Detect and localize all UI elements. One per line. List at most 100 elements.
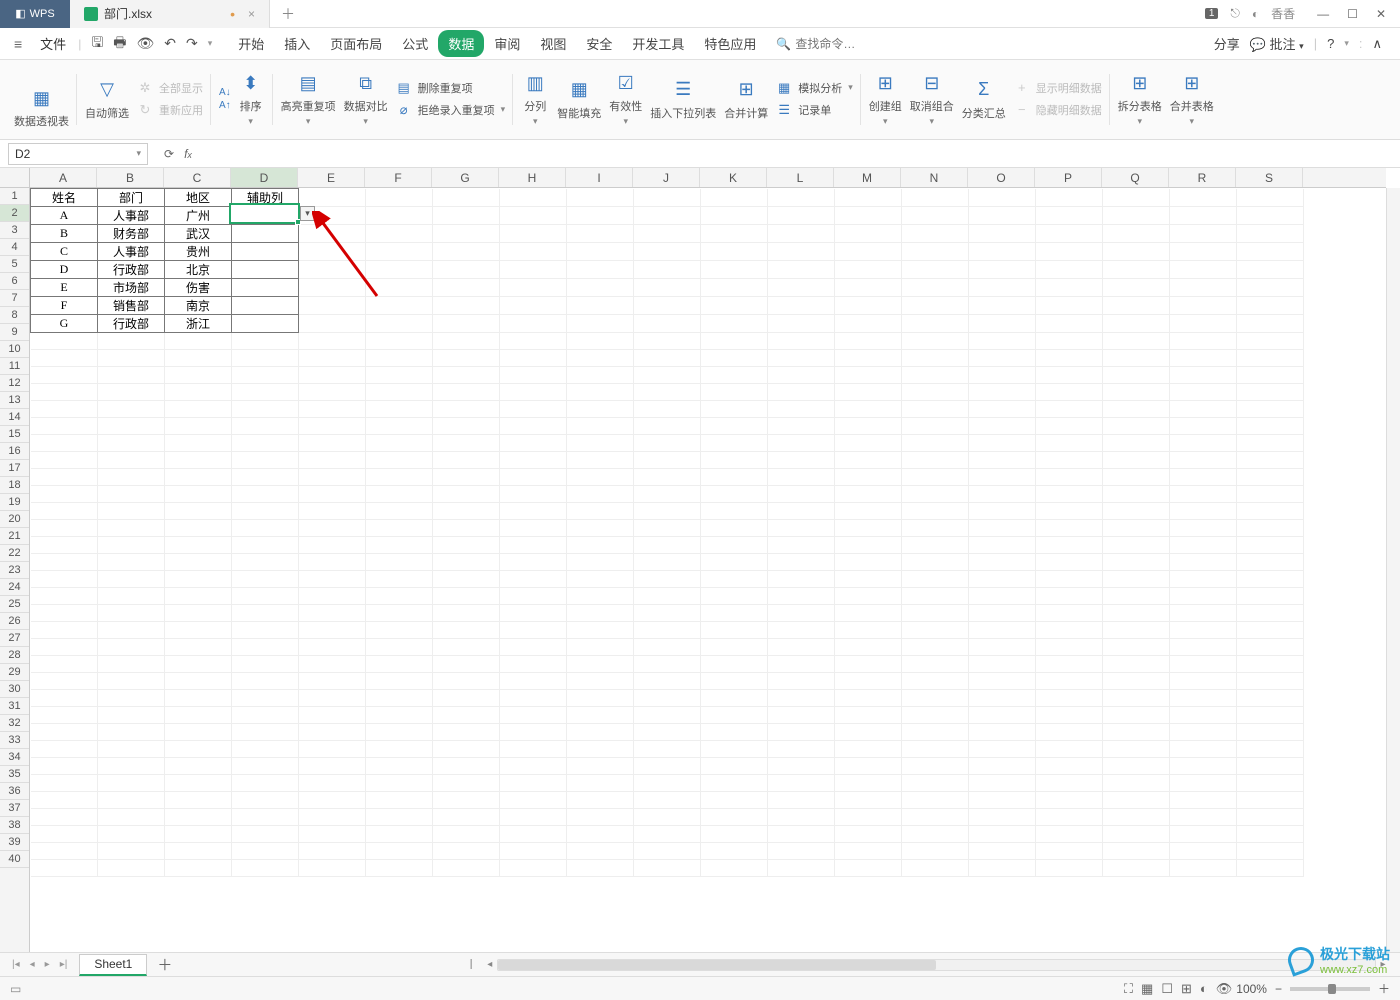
cell[interactable] — [1237, 860, 1304, 877]
cell[interactable] — [969, 639, 1036, 656]
consolidate-button[interactable]: ⊞合并计算 — [724, 77, 768, 121]
cell[interactable] — [98, 656, 165, 673]
cell[interactable] — [768, 243, 835, 261]
cell[interactable] — [165, 639, 232, 656]
cell[interactable]: G — [31, 315, 98, 333]
cell[interactable] — [31, 486, 98, 503]
cell[interactable] — [835, 826, 902, 843]
cell[interactable] — [634, 537, 701, 554]
column-header[interactable]: R — [1169, 168, 1236, 187]
cell[interactable] — [768, 207, 835, 225]
cell[interactable] — [902, 469, 969, 486]
cell[interactable] — [500, 673, 567, 690]
cell[interactable] — [299, 486, 366, 503]
cell[interactable] — [433, 809, 500, 826]
cell[interactable] — [433, 860, 500, 877]
cell[interactable] — [366, 520, 433, 537]
cell[interactable] — [701, 367, 768, 384]
cell[interactable] — [232, 639, 299, 656]
cell[interactable] — [1170, 401, 1237, 418]
cell[interactable] — [634, 207, 701, 225]
pagebreak-view-icon[interactable]: ☐ — [1157, 981, 1177, 997]
ribbon-tab-审阅[interactable]: 审阅 — [484, 30, 530, 57]
row-header[interactable]: 1 — [0, 188, 29, 205]
row-header[interactable]: 33 — [0, 732, 29, 749]
cell[interactable] — [1237, 401, 1304, 418]
cell[interactable] — [232, 809, 299, 826]
cell[interactable] — [1036, 758, 1103, 775]
cell[interactable] — [902, 571, 969, 588]
cell[interactable] — [701, 707, 768, 724]
cell[interactable] — [433, 537, 500, 554]
cell[interactable] — [835, 503, 902, 520]
hamburger-icon[interactable]: ≡ — [8, 36, 28, 52]
cell[interactable] — [31, 367, 98, 384]
group-button[interactable]: ⊞创建组 — [869, 70, 902, 127]
cell[interactable] — [232, 367, 299, 384]
cell[interactable] — [634, 775, 701, 792]
cell[interactable] — [299, 401, 366, 418]
cell[interactable] — [232, 860, 299, 877]
normal-view-icon[interactable]: ▦ — [1137, 981, 1157, 997]
cell[interactable] — [500, 418, 567, 435]
fx-icon[interactable]: fx — [184, 147, 192, 161]
cell[interactable] — [299, 315, 366, 333]
row-header[interactable]: 19 — [0, 494, 29, 511]
cell[interactable] — [835, 418, 902, 435]
tab-close-icon[interactable]: × — [248, 7, 255, 21]
cell[interactable] — [1170, 809, 1237, 826]
cell[interactable] — [768, 792, 835, 809]
cell[interactable] — [366, 315, 433, 333]
cell[interactable] — [232, 384, 299, 401]
cell[interactable] — [701, 588, 768, 605]
cell[interactable] — [1036, 588, 1103, 605]
cell[interactable] — [31, 826, 98, 843]
cell[interactable] — [366, 401, 433, 418]
cell[interactable] — [701, 207, 768, 225]
cell[interactable] — [1036, 605, 1103, 622]
cell[interactable] — [768, 656, 835, 673]
cell[interactable] — [366, 367, 433, 384]
cell[interactable] — [98, 384, 165, 401]
cell[interactable] — [299, 537, 366, 554]
cell[interactable] — [165, 486, 232, 503]
cell[interactable] — [634, 826, 701, 843]
cell[interactable] — [1103, 792, 1170, 809]
cell[interactable] — [768, 315, 835, 333]
cell[interactable] — [433, 225, 500, 243]
cell[interactable] — [902, 724, 969, 741]
cell[interactable] — [902, 758, 969, 775]
cell[interactable] — [299, 243, 366, 261]
cell[interactable] — [366, 279, 433, 297]
cell[interactable] — [969, 724, 1036, 741]
column-header[interactable]: Q — [1102, 168, 1169, 187]
window-close-icon[interactable]: ✕ — [1376, 7, 1386, 21]
show-all-button[interactable]: ✲全部显示 — [137, 78, 203, 98]
cell[interactable] — [835, 537, 902, 554]
cell[interactable] — [768, 673, 835, 690]
cell[interactable] — [1237, 297, 1304, 315]
cell[interactable]: B — [31, 225, 98, 243]
cell[interactable] — [1036, 503, 1103, 520]
cell[interactable] — [500, 350, 567, 367]
redo-icon[interactable]: ↷ — [186, 35, 198, 52]
cell[interactable] — [1103, 826, 1170, 843]
cell[interactable] — [701, 225, 768, 243]
cell[interactable]: 地区 — [165, 189, 232, 207]
fullscreen-view-icon[interactable]: ⛶ — [1120, 981, 1137, 997]
cell[interactable] — [433, 690, 500, 707]
column-header[interactable]: B — [97, 168, 164, 187]
cell[interactable] — [500, 367, 567, 384]
cell[interactable] — [1103, 571, 1170, 588]
cell[interactable] — [1237, 243, 1304, 261]
cell[interactable] — [98, 350, 165, 367]
whatif-button[interactable]: ▦模拟分析 — [776, 78, 853, 98]
zoom-in-icon[interactable]: ＋ — [1378, 980, 1390, 997]
row-header[interactable]: 9 — [0, 324, 29, 341]
cell[interactable] — [768, 741, 835, 758]
cell[interactable] — [634, 333, 701, 350]
cell[interactable] — [1170, 469, 1237, 486]
help-icon[interactable]: ? — [1327, 36, 1334, 51]
column-header[interactable]: A — [30, 168, 97, 187]
cell[interactable] — [1036, 350, 1103, 367]
